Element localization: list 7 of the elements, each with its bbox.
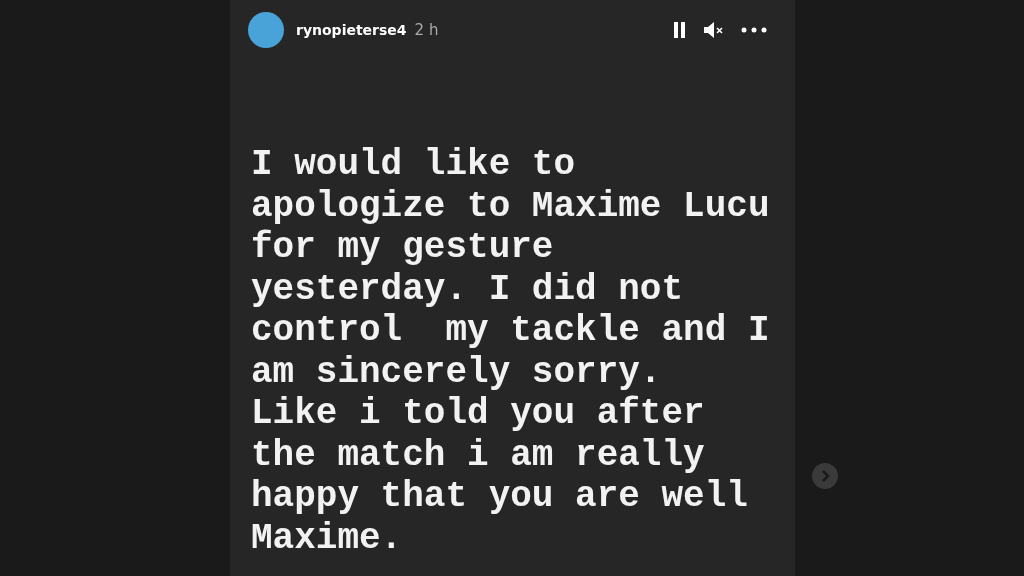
mute-icon[interactable]	[703, 21, 725, 39]
post-time: 2 h	[414, 21, 439, 39]
pause-icon[interactable]	[673, 21, 687, 39]
avatar[interactable]	[248, 12, 284, 48]
more-icon[interactable]	[741, 27, 767, 33]
username[interactable]: rynopieterse4	[296, 22, 407, 38]
story-text: I would like to apologize to Maxime Lucu for my gesture yesterday. I did not control my tackle and I am sincerely sorry. Like i told you after the match i am really happy that you are well Maxime.	[251, 144, 767, 559]
